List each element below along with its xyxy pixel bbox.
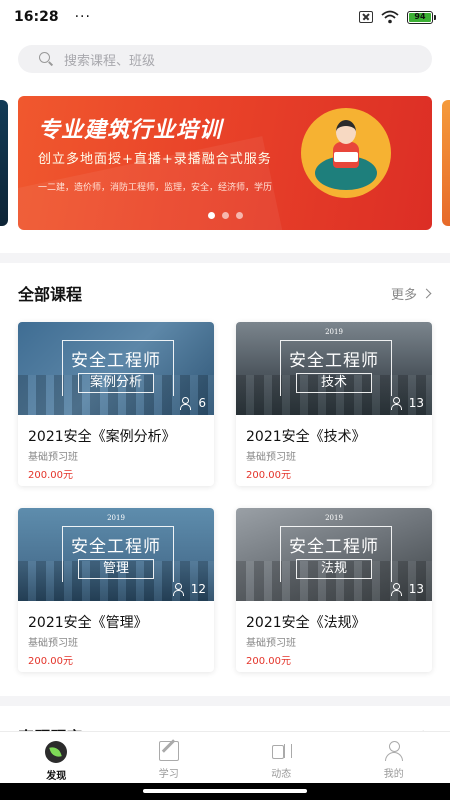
- enrollment-count: 13: [390, 582, 424, 596]
- course-type: 基础预习班: [28, 452, 78, 463]
- tab-label: 发现: [46, 771, 67, 782]
- status-bar: 16:28 ··· 94: [0, 0, 450, 34]
- thumb-subject: 法规: [296, 559, 372, 579]
- course-card[interactable]: 2019 安全工程师 技术 13 2021安全《技术》 基础预习班 200.00…: [236, 322, 432, 486]
- course-type: 基础预习班: [28, 638, 78, 649]
- course-type: 基础预习班: [246, 452, 296, 463]
- banner-dot[interactable]: [222, 212, 229, 219]
- wifi-icon: [381, 10, 399, 24]
- course-thumbnail: 2019 安全工程师 技术 13: [236, 322, 432, 415]
- tab-label: 学习: [158, 769, 179, 780]
- tab-profile[interactable]: 我的: [338, 732, 450, 783]
- banner-subtitle: 创立多地面授+直播+录播融合式服务: [38, 152, 272, 167]
- banner-title: 专业建筑行业培训: [38, 118, 223, 143]
- course-card[interactable]: 2019 安全工程师 管理 12 2021安全《管理》 基础预习班 200.00…: [18, 508, 214, 672]
- enrollment-count: 13: [390, 396, 424, 410]
- enrollment-count-value: 6: [198, 396, 206, 410]
- course-name: 2021安全《案例分析》: [28, 429, 176, 445]
- status-time: 16:28: [14, 9, 59, 25]
- users-icon: [180, 397, 194, 410]
- notification-dots-icon: ···: [74, 9, 91, 25]
- enrollment-count-value: 13: [408, 582, 424, 596]
- thumb-title: 安全工程师: [71, 537, 161, 557]
- home-indicator[interactable]: [143, 789, 307, 793]
- enrollment-count-value: 13: [408, 396, 424, 410]
- search-icon: [38, 51, 54, 67]
- status-indicators: 94: [359, 10, 436, 24]
- thumb-year: 2019: [107, 514, 125, 522]
- course-name: 2021安全《技术》: [246, 429, 366, 445]
- tab-study[interactable]: 学习: [113, 732, 226, 783]
- banner-pagination: [208, 212, 243, 219]
- tab-discover[interactable]: 发现: [0, 732, 113, 783]
- course-thumbnail: 2019 安全工程师 法规 13: [236, 508, 432, 601]
- course-price: 200.00元: [28, 470, 73, 481]
- course-type: 基础预习班: [246, 638, 296, 649]
- battery-level: 94: [409, 12, 431, 22]
- course-price: 200.00元: [246, 470, 291, 481]
- section-title-all-courses: 全部课程: [18, 285, 83, 304]
- search-input[interactable]: 搜索课程、班级: [18, 45, 432, 73]
- course-price: 200.00元: [28, 656, 73, 667]
- search-placeholder: 搜索课程、班级: [64, 53, 156, 69]
- course-name: 2021安全《法规》: [246, 615, 366, 631]
- enrollment-count: 6: [180, 396, 206, 410]
- course-card[interactable]: 2019 安全工程师 法规 13 2021安全《法规》 基础预习班 200.00…: [236, 508, 432, 672]
- profile-icon: [384, 741, 404, 761]
- bottom-tab-bar: 发现 学习 动态 我的: [0, 731, 450, 783]
- chevron-right-icon: [421, 288, 432, 299]
- course-name: 2021安全《管理》: [28, 615, 148, 631]
- banner-carousel[interactable]: 专业建筑行业培训 创立多地面授+直播+录播融合式服务 一二建，造价师，消防工程师…: [18, 96, 432, 230]
- thumb-title: 安全工程师: [289, 351, 379, 371]
- banner-dot[interactable]: [236, 212, 243, 219]
- banner-dot[interactable]: [208, 212, 215, 219]
- course-thumbnail: 2019 安全工程师 管理 12: [18, 508, 214, 601]
- more-courses-link[interactable]: 更多: [390, 284, 432, 303]
- banner-reading-girl-illustration: [301, 108, 391, 198]
- banner-prev-peek[interactable]: [0, 100, 8, 226]
- users-icon: [390, 397, 405, 410]
- banner-tags: 一二建，造价师，消防工程师，监理，安全，经济师，学历: [38, 183, 273, 193]
- course-thumbnail: 安全工程师 案例分析 6: [18, 322, 214, 415]
- more-label: 更多: [390, 288, 417, 303]
- discover-icon: [45, 741, 68, 763]
- no-sim-icon: [359, 11, 373, 23]
- thumb-year: 2019: [325, 328, 343, 336]
- section-divider: [0, 696, 450, 706]
- thumb-title: 安全工程师: [289, 537, 379, 557]
- thumb-year: 2019: [325, 514, 343, 522]
- users-icon: [172, 583, 187, 596]
- thumb-subject: 案例分析: [78, 373, 154, 393]
- study-icon: [158, 741, 179, 761]
- tab-news[interactable]: 动态: [225, 732, 338, 783]
- tab-label: 动态: [271, 769, 292, 780]
- course-price: 200.00元: [246, 656, 291, 667]
- thumb-title: 安全工程师: [71, 351, 161, 371]
- thumb-subject: 技术: [296, 373, 372, 393]
- enrollment-count: 12: [172, 582, 206, 596]
- battery-icon: 94: [407, 10, 436, 24]
- thumb-subject: 管理: [78, 559, 154, 579]
- banner-next-peek[interactable]: [442, 100, 450, 226]
- enrollment-count-value: 12: [190, 582, 206, 596]
- course-card[interactable]: 安全工程师 案例分析 6 2021安全《案例分析》 基础预习班 200.00元: [18, 322, 214, 486]
- news-icon: [270, 741, 293, 761]
- tab-label: 我的: [383, 769, 404, 780]
- section-divider: [0, 253, 450, 263]
- users-icon: [390, 583, 405, 596]
